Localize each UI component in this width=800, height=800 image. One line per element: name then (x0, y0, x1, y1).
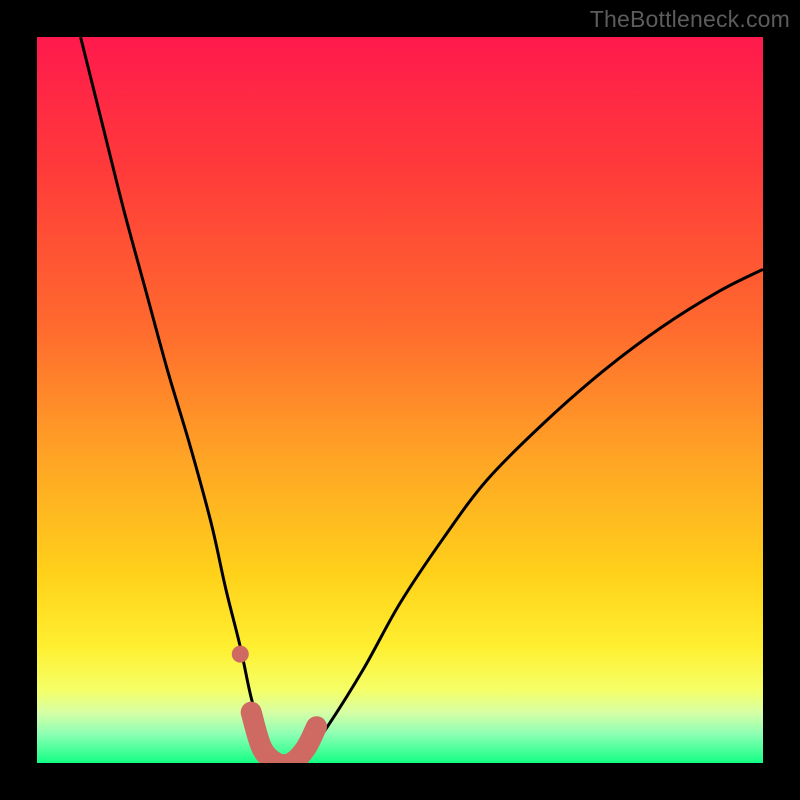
chart-frame: TheBottleneck.com (0, 0, 800, 800)
plot-area (37, 37, 763, 763)
left-dot (232, 646, 249, 663)
chart-svg (37, 37, 763, 763)
bottleneck-curve (81, 37, 763, 763)
watermark-text: TheBottleneck.com (590, 6, 790, 33)
trough-marker-band (251, 712, 316, 763)
